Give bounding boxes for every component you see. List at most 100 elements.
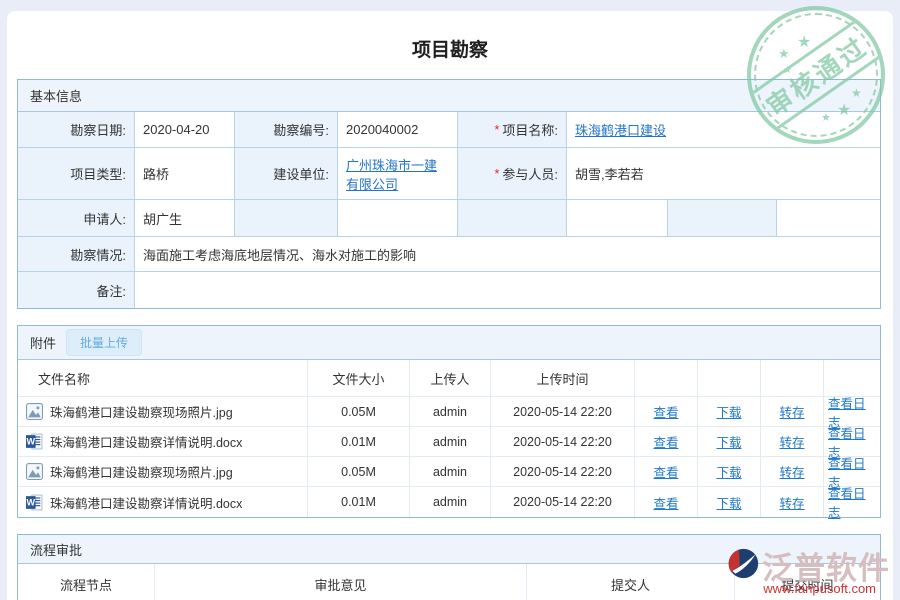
file-name-cell: W 珠海鹤港口建设勘察现场照片.jpg — [18, 397, 308, 427]
page-title: 项目勘察 — [7, 11, 893, 61]
file-action-cell: 转存 — [761, 397, 824, 427]
image-file-icon — [26, 463, 43, 480]
file-size: 0.01M — [308, 427, 410, 457]
attachments-table: 文件名称 文件大小 上传人 上传时间 W 珠海鹤港口建设勘察现场照片.jpg 0… — [18, 360, 880, 517]
project-type-label: 项目类型: — [18, 148, 135, 200]
file-uploader: admin — [410, 397, 491, 427]
col-header-submitter: 提交人 — [527, 564, 735, 600]
project-type-value: 路桥 — [135, 148, 235, 200]
build-unit-cell: 广州珠海市一建有限公司 — [338, 148, 458, 200]
file-name: 珠海鹤港口建设勘察现场照片.jpg — [50, 402, 233, 421]
empty-cell — [235, 200, 338, 237]
view-link[interactable]: 查看 — [653, 493, 678, 512]
approval-section-title: 流程审批 — [18, 535, 880, 564]
remark-label: 备注: — [18, 272, 135, 308]
col-header-flow-node: 流程节点 — [18, 564, 155, 600]
batch-upload-button[interactable]: 批量上传 — [66, 329, 142, 356]
participants-label: * 参与人员: — [458, 148, 567, 200]
file-upload-time: 2020-05-14 22:20 — [491, 487, 635, 517]
col-header-upload-time: 上传时间 — [491, 360, 635, 397]
empty-cell — [338, 200, 458, 237]
col-header-file-size: 文件大小 — [308, 360, 410, 397]
file-action-cell: 下载 — [698, 427, 761, 457]
survey-date-label: 勘察日期: — [18, 112, 135, 148]
col-header-action — [635, 360, 698, 397]
basic-info-grid: 勘察日期: 2020-04-20 勘察编号: 2020040002 * 项目名称… — [18, 112, 880, 308]
view-log-link[interactable]: 查看日志 — [828, 483, 876, 521]
file-name: 珠海鹤港口建设勘察现场照片.jpg — [50, 462, 233, 481]
main-panel: 项目勘察 基本信息 勘察日期: 2020-04-20 勘察编号: 2020040… — [7, 11, 893, 600]
survey-detail-label: 勘察情况: — [18, 237, 135, 272]
download-link[interactable]: 下载 — [716, 462, 741, 481]
project-name-cell: 珠海鹤港口建设 — [567, 112, 880, 148]
save-copy-link[interactable]: 转存 — [779, 493, 804, 512]
file-action-cell: 转存 — [761, 487, 824, 517]
word-file-icon: W — [26, 494, 43, 511]
file-action-cell: 查看日志 — [824, 487, 880, 517]
file-size: 0.05M — [308, 397, 410, 427]
file-upload-time: 2020-05-14 22:20 — [491, 427, 635, 457]
participants-value: 胡雪,李若若 — [567, 148, 880, 200]
file-action-cell: 查看 — [635, 457, 698, 487]
save-copy-link[interactable]: 转存 — [779, 462, 804, 481]
approval-table: 流程节点 审批意见 提交人 提交时间 — [18, 564, 880, 600]
applicant-value: 胡广生 — [135, 200, 235, 237]
file-uploader: admin — [410, 427, 491, 457]
col-header-action — [824, 360, 880, 397]
view-link[interactable]: 查看 — [653, 462, 678, 481]
image-file-icon — [26, 403, 43, 420]
file-action-cell: 下载 — [698, 397, 761, 427]
survey-date-value: 2020-04-20 — [135, 112, 235, 148]
file-name: 珠海鹤港口建设勘察详情说明.docx — [50, 493, 242, 512]
file-action-cell: 下载 — [698, 457, 761, 487]
approval-section: 流程审批 流程节点 审批意见 提交人 提交时间 — [17, 534, 881, 600]
empty-cell — [567, 200, 668, 237]
empty-cell — [458, 200, 567, 237]
view-link[interactable]: 查看 — [653, 402, 678, 421]
file-name-cell: W 珠海鹤港口建设勘察现场照片.jpg — [18, 457, 308, 487]
file-action-cell: 查看 — [635, 397, 698, 427]
col-header-approval-opinion: 审批意见 — [155, 564, 527, 600]
required-star: * — [494, 166, 499, 181]
survey-detail-value: 海面施工考虑海底地层情况、海水对施工的影响 — [135, 237, 880, 272]
download-link[interactable]: 下载 — [716, 432, 741, 451]
file-action-cell: 查看 — [635, 487, 698, 517]
survey-no-value: 2020040002 — [338, 112, 458, 148]
file-action-cell: 查看 — [635, 427, 698, 457]
applicant-label: 申请人: — [18, 200, 135, 237]
save-copy-link[interactable]: 转存 — [779, 432, 804, 451]
empty-cell — [668, 200, 777, 237]
required-star: * — [494, 122, 499, 137]
svg-text:W: W — [27, 497, 36, 507]
attachments-section: 附件 批量上传 文件名称 文件大小 上传人 上传时间 W 珠海鹤港口建设勘察现场… — [17, 325, 881, 518]
file-action-cell: 转存 — [761, 427, 824, 457]
build-unit-label: 建设单位: — [235, 148, 338, 200]
file-size: 0.01M — [308, 487, 410, 517]
file-size: 0.05M — [308, 457, 410, 487]
file-name-cell: W 珠海鹤港口建设勘察详情说明.docx — [18, 487, 308, 517]
save-copy-link[interactable]: 转存 — [779, 402, 804, 421]
survey-no-label: 勘察编号: — [235, 112, 338, 148]
file-name-cell: W 珠海鹤港口建设勘察详情说明.docx — [18, 427, 308, 457]
download-link[interactable]: 下载 — [716, 493, 741, 512]
attachments-section-title: 附件 — [30, 333, 56, 352]
file-upload-time: 2020-05-14 22:20 — [491, 397, 635, 427]
word-file-icon: W — [26, 433, 43, 450]
col-header-submit-time: 提交时间 — [735, 564, 880, 600]
file-name: 珠海鹤港口建设勘察详情说明.docx — [50, 432, 242, 451]
file-action-cell: 下载 — [698, 487, 761, 517]
attachments-section-header: 附件 批量上传 — [18, 326, 880, 360]
project-name-label: * 项目名称: — [458, 112, 567, 148]
empty-cell — [777, 200, 880, 237]
file-uploader: admin — [410, 487, 491, 517]
col-header-action — [761, 360, 824, 397]
download-link[interactable]: 下载 — [716, 402, 741, 421]
view-link[interactable]: 查看 — [653, 432, 678, 451]
file-uploader: admin — [410, 457, 491, 487]
col-header-uploader: 上传人 — [410, 360, 491, 397]
file-action-cell: 转存 — [761, 457, 824, 487]
project-name-link[interactable]: 珠海鹤港口建设 — [575, 120, 666, 139]
col-header-action — [698, 360, 761, 397]
col-header-file-name: 文件名称 — [18, 360, 308, 397]
build-unit-link[interactable]: 广州珠海市一建有限公司 — [346, 155, 449, 193]
